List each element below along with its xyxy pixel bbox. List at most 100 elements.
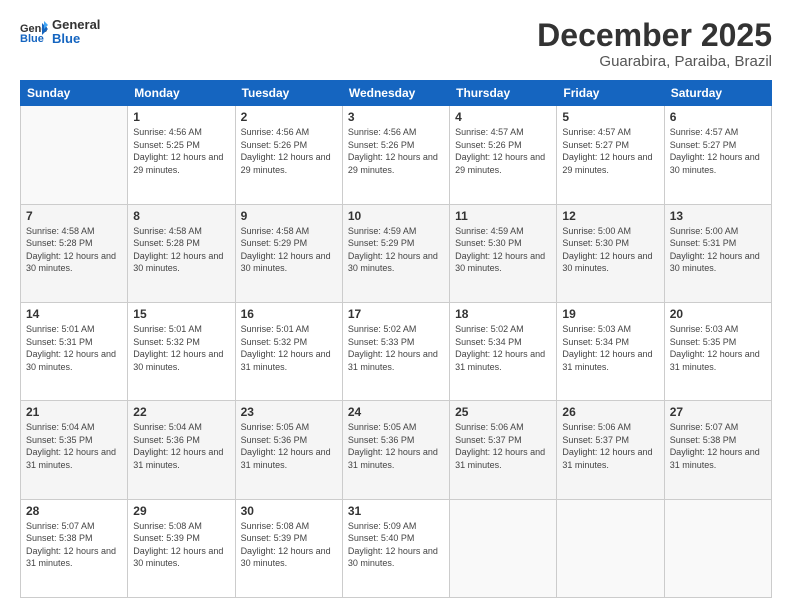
table-row: 9 Sunrise: 4:58 AMSunset: 5:29 PMDaylight… bbox=[235, 204, 342, 302]
table-row: 22Sunrise: 5:04 AMSunset: 5:36 PMDayligh… bbox=[128, 401, 235, 499]
day-info: Sunrise: 5:06 AMSunset: 5:37 PMDaylight:… bbox=[455, 421, 551, 471]
day-number: 28 bbox=[26, 504, 122, 518]
table-row: 16 Sunrise: 5:01 AMSunset: 5:32 PMDayligh… bbox=[235, 302, 342, 400]
table-row: 18 Sunrise: 5:02 AMSunset: 5:34 PMDayligh… bbox=[450, 302, 557, 400]
day-info: Sunrise: 4:56 AMSunset: 5:26 PMDaylight:… bbox=[241, 126, 337, 176]
day-number: 3 bbox=[348, 110, 444, 124]
header-wednesday: Wednesday bbox=[342, 81, 449, 106]
day-info: Sunrise: 5:03 AMSunset: 5:35 PMDaylight:… bbox=[670, 323, 766, 373]
day-number: 5 bbox=[562, 110, 658, 124]
day-number: 15 bbox=[133, 307, 229, 321]
table-row: 5 Sunrise: 4:57 AMSunset: 5:27 PMDaylight… bbox=[557, 106, 664, 204]
table-row: 10 Sunrise: 4:59 AMSunset: 5:29 PMDayligh… bbox=[342, 204, 449, 302]
day-info: Sunrise: 5:02 AMSunset: 5:34 PMDaylight:… bbox=[455, 323, 551, 373]
table-row: 6 Sunrise: 4:57 AMSunset: 5:27 PMDaylight… bbox=[664, 106, 771, 204]
table-row: 23 Sunrise: 5:05 AMSunset: 5:36 PMDayligh… bbox=[235, 401, 342, 499]
day-info: Sunrise: 5:03 AMSunset: 5:34 PMDaylight:… bbox=[562, 323, 658, 373]
table-row: 11 Sunrise: 4:59 AMSunset: 5:30 PMDayligh… bbox=[450, 204, 557, 302]
day-info: Sunrise: 4:58 AMSunset: 5:29 PMDaylight:… bbox=[241, 225, 337, 275]
day-info: Sunrise: 5:07 AMSunset: 5:38 PMDaylight:… bbox=[670, 421, 766, 471]
header-thursday: Thursday bbox=[450, 81, 557, 106]
day-number: 31 bbox=[348, 504, 444, 518]
day-number: 6 bbox=[670, 110, 766, 124]
table-row: 25 Sunrise: 5:06 AMSunset: 5:37 PMDayligh… bbox=[450, 401, 557, 499]
table-row: 21 Sunrise: 5:04 AMSunset: 5:35 PMDayligh… bbox=[21, 401, 128, 499]
day-info: Sunrise: 5:04 AMSunset: 5:36 PMDaylight:… bbox=[133, 421, 229, 471]
day-info: Sunrise: 4:57 AMSunset: 5:27 PMDaylight:… bbox=[562, 126, 658, 176]
calendar-table: Sunday Monday Tuesday Wednesday Thursday… bbox=[20, 80, 772, 598]
logo-text-blue: Blue bbox=[52, 32, 100, 46]
day-number: 2 bbox=[241, 110, 337, 124]
logo-icon: General Blue bbox=[20, 21, 48, 43]
table-row: 27 Sunrise: 5:07 AMSunset: 5:38 PMDayligh… bbox=[664, 401, 771, 499]
table-row: 8Sunrise: 4:58 AMSunset: 5:28 PMDaylight… bbox=[128, 204, 235, 302]
day-number: 29 bbox=[133, 504, 229, 518]
day-number: 4 bbox=[455, 110, 551, 124]
table-row bbox=[450, 499, 557, 597]
day-number: 1 bbox=[133, 110, 229, 124]
table-row: 1 Sunrise: 4:56 AMSunset: 5:25 PMDaylight… bbox=[128, 106, 235, 204]
table-row bbox=[21, 106, 128, 204]
day-number: 23 bbox=[241, 405, 337, 419]
location-subtitle: Guarabira, Paraiba, Brazil bbox=[537, 53, 772, 70]
table-row: 7Sunrise: 4:58 AMSunset: 5:28 PMDaylight… bbox=[21, 204, 128, 302]
day-number: 11 bbox=[455, 209, 551, 223]
table-row: 31 Sunrise: 5:09 AMSunset: 5:40 PMDayligh… bbox=[342, 499, 449, 597]
day-number: 7 bbox=[26, 209, 122, 223]
day-info: Sunrise: 5:01 AMSunset: 5:32 PMDaylight:… bbox=[241, 323, 337, 373]
day-info: Sunrise: 5:02 AMSunset: 5:33 PMDaylight:… bbox=[348, 323, 444, 373]
day-number: 26 bbox=[562, 405, 658, 419]
header-sunday: Sunday bbox=[21, 81, 128, 106]
table-row: 2 Sunrise: 4:56 AMSunset: 5:26 PMDaylight… bbox=[235, 106, 342, 204]
header-monday: Monday bbox=[128, 81, 235, 106]
day-info: Sunrise: 5:00 AMSunset: 5:31 PMDaylight:… bbox=[670, 225, 766, 275]
header: General Blue General Blue December 2025 … bbox=[20, 18, 772, 70]
day-info: Sunrise: 5:09 AMSunset: 5:40 PMDaylight:… bbox=[348, 520, 444, 570]
svg-text:Blue: Blue bbox=[20, 33, 44, 43]
day-info: Sunrise: 4:57 AMSunset: 5:26 PMDaylight:… bbox=[455, 126, 551, 176]
day-number: 9 bbox=[241, 209, 337, 223]
day-info: Sunrise: 5:05 AMSunset: 5:36 PMDaylight:… bbox=[241, 421, 337, 471]
table-row: 14 Sunrise: 5:01 AMSunset: 5:31 PMDayligh… bbox=[21, 302, 128, 400]
table-row: 30 Sunrise: 5:08 AMSunset: 5:39 PMDayligh… bbox=[235, 499, 342, 597]
day-number: 30 bbox=[241, 504, 337, 518]
day-number: 17 bbox=[348, 307, 444, 321]
day-number: 10 bbox=[348, 209, 444, 223]
day-number: 18 bbox=[455, 307, 551, 321]
day-info: Sunrise: 5:00 AMSunset: 5:30 PMDaylight:… bbox=[562, 225, 658, 275]
day-info: Sunrise: 4:57 AMSunset: 5:27 PMDaylight:… bbox=[670, 126, 766, 176]
day-number: 13 bbox=[670, 209, 766, 223]
table-row: 26 Sunrise: 5:06 AMSunset: 5:37 PMDayligh… bbox=[557, 401, 664, 499]
day-info: Sunrise: 5:01 AMSunset: 5:32 PMDaylight:… bbox=[133, 323, 229, 373]
day-number: 25 bbox=[455, 405, 551, 419]
day-number: 16 bbox=[241, 307, 337, 321]
table-row: 28 Sunrise: 5:07 AMSunset: 5:38 PMDayligh… bbox=[21, 499, 128, 597]
day-info: Sunrise: 4:59 AMSunset: 5:30 PMDaylight:… bbox=[455, 225, 551, 275]
day-number: 19 bbox=[562, 307, 658, 321]
table-row: 3 Sunrise: 4:56 AMSunset: 5:26 PMDaylight… bbox=[342, 106, 449, 204]
day-number: 27 bbox=[670, 405, 766, 419]
table-row: 20 Sunrise: 5:03 AMSunset: 5:35 PMDayligh… bbox=[664, 302, 771, 400]
header-saturday: Saturday bbox=[664, 81, 771, 106]
table-row: 15 Sunrise: 5:01 AMSunset: 5:32 PMDayligh… bbox=[128, 302, 235, 400]
day-info: Sunrise: 4:56 AMSunset: 5:25 PMDaylight:… bbox=[133, 126, 229, 176]
day-number: 20 bbox=[670, 307, 766, 321]
logo: General Blue General Blue bbox=[20, 18, 100, 47]
day-info: Sunrise: 5:08 AMSunset: 5:39 PMDaylight:… bbox=[241, 520, 337, 570]
table-row: 19 Sunrise: 5:03 AMSunset: 5:34 PMDayligh… bbox=[557, 302, 664, 400]
day-info: Sunrise: 5:07 AMSunset: 5:38 PMDaylight:… bbox=[26, 520, 122, 570]
day-info: Sunrise: 4:59 AMSunset: 5:29 PMDaylight:… bbox=[348, 225, 444, 275]
day-info: Sunrise: 5:01 AMSunset: 5:31 PMDaylight:… bbox=[26, 323, 122, 373]
day-info: Sunrise: 5:06 AMSunset: 5:37 PMDaylight:… bbox=[562, 421, 658, 471]
day-number: 14 bbox=[26, 307, 122, 321]
day-number: 21 bbox=[26, 405, 122, 419]
day-info: Sunrise: 5:04 AMSunset: 5:35 PMDaylight:… bbox=[26, 421, 122, 471]
table-row: 12Sunrise: 5:00 AMSunset: 5:30 PMDayligh… bbox=[557, 204, 664, 302]
table-row bbox=[557, 499, 664, 597]
day-info: Sunrise: 4:56 AMSunset: 5:26 PMDaylight:… bbox=[348, 126, 444, 176]
calendar-header-row: Sunday Monday Tuesday Wednesday Thursday… bbox=[21, 81, 772, 106]
table-row bbox=[664, 499, 771, 597]
table-row: 17 Sunrise: 5:02 AMSunset: 5:33 PMDayligh… bbox=[342, 302, 449, 400]
table-row: 4 Sunrise: 4:57 AMSunset: 5:26 PMDaylight… bbox=[450, 106, 557, 204]
month-title: December 2025 bbox=[537, 18, 772, 53]
